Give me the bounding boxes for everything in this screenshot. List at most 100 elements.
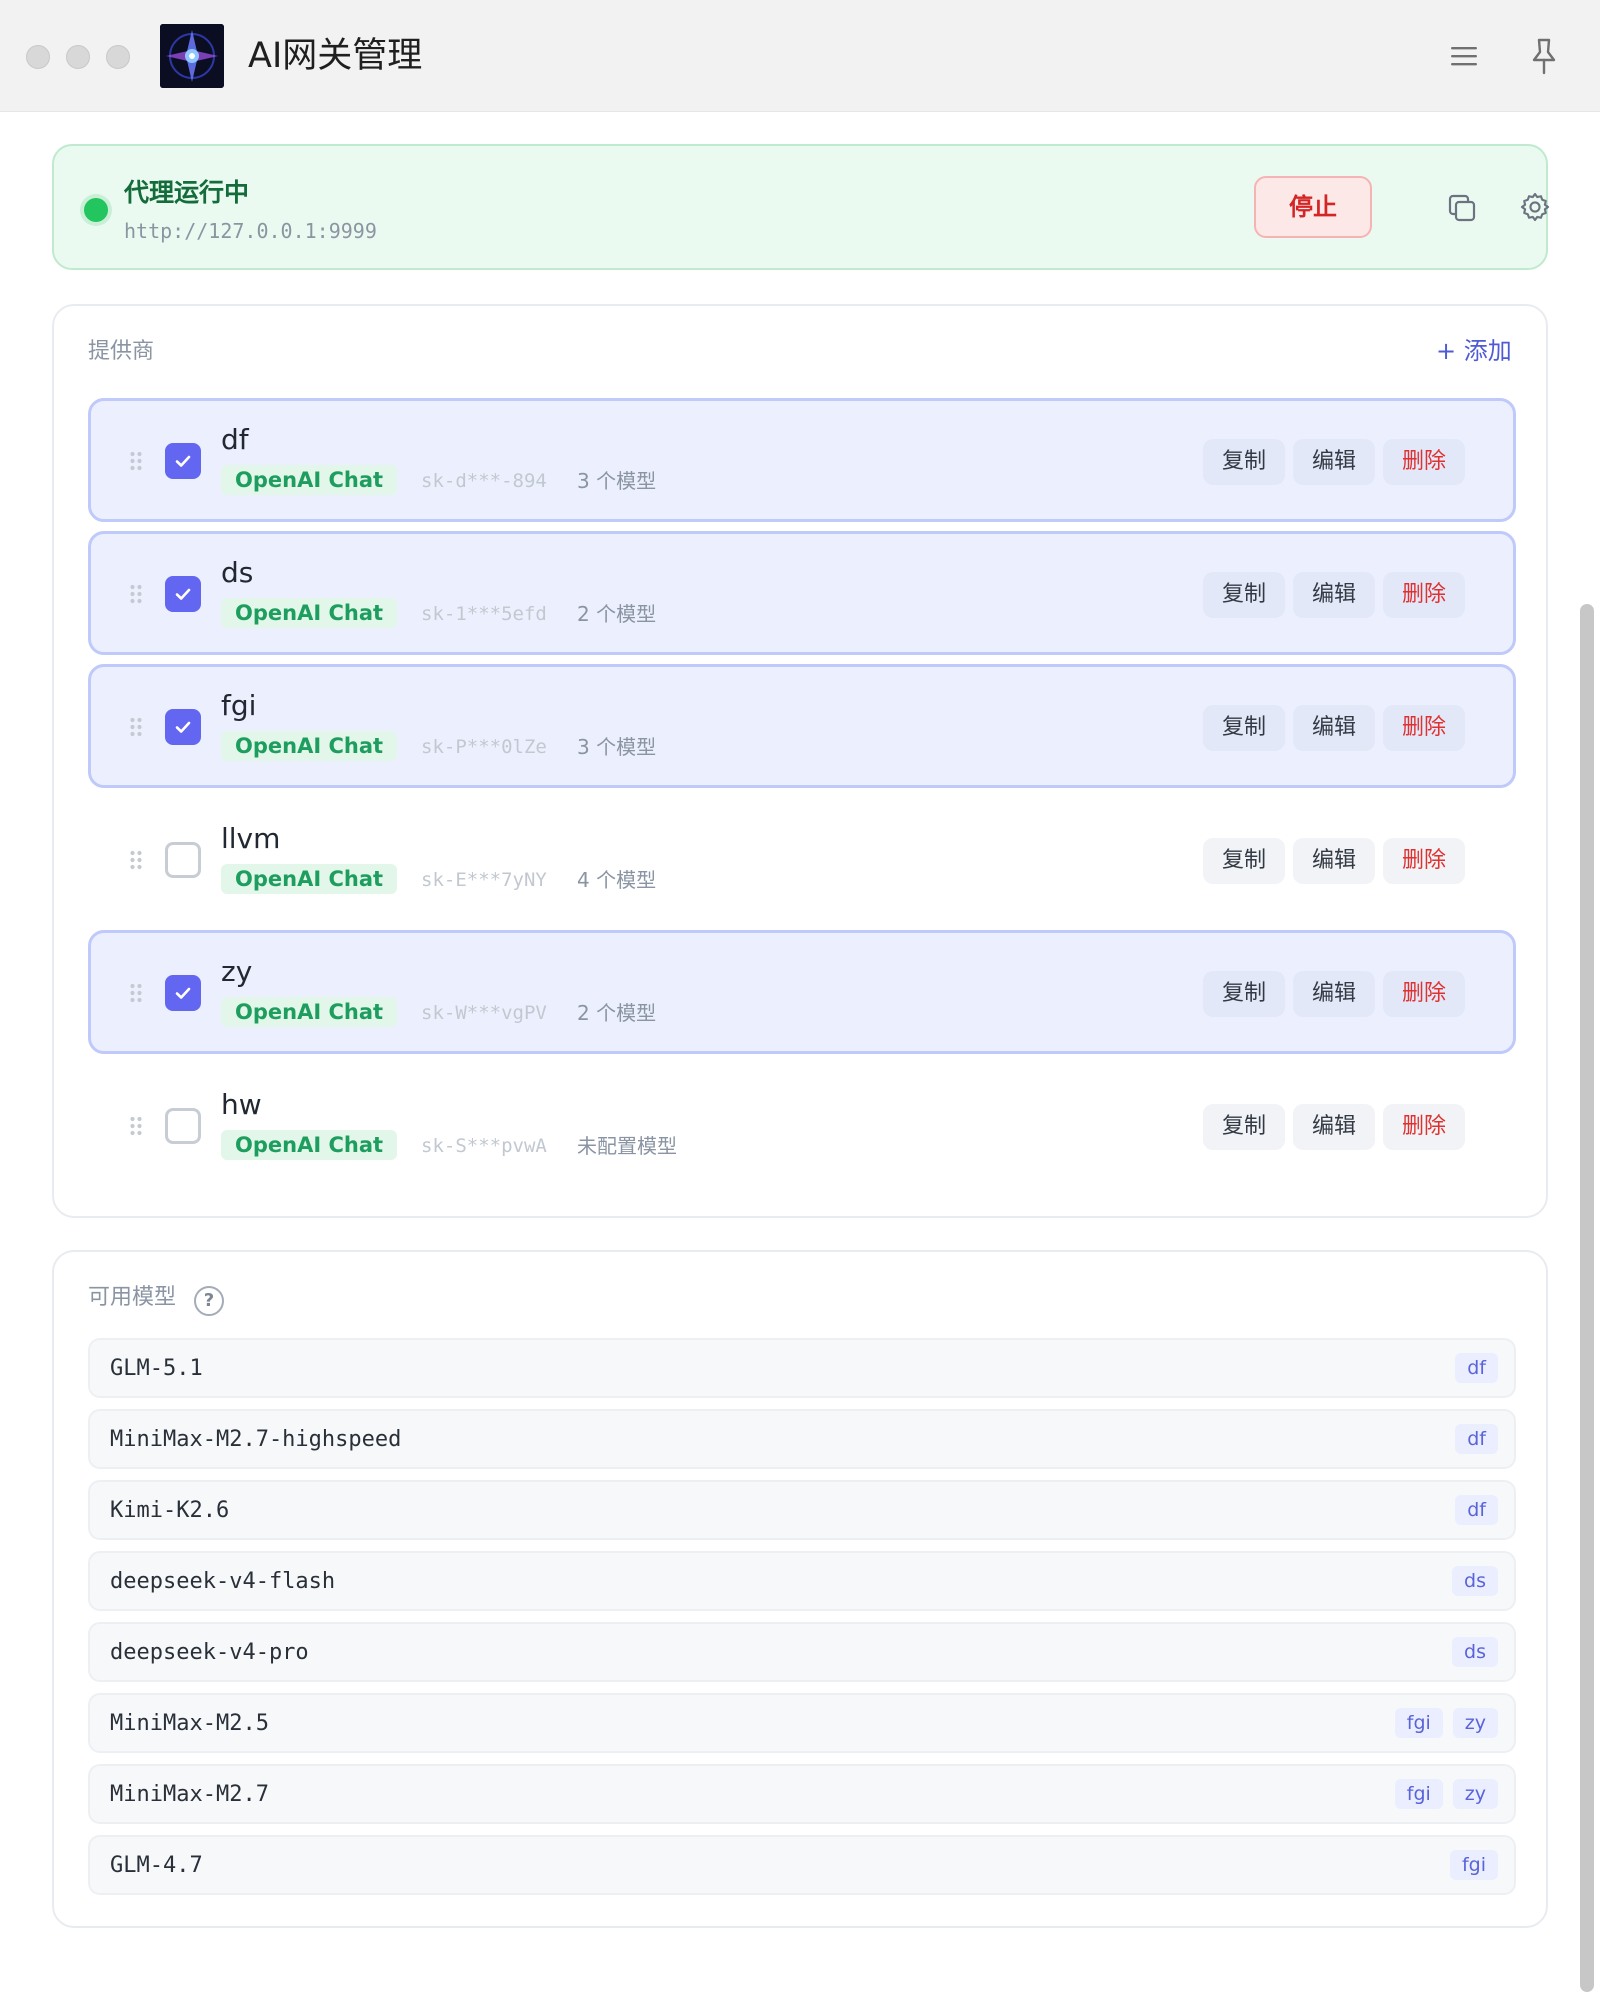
provider-name: hw: [221, 1088, 262, 1121]
copy-provider-button[interactable]: 复制: [1203, 971, 1285, 1017]
provider-row[interactable]: df OpenAI Chat sk-d***-894 3 个模型 复制 编辑 删除: [88, 398, 1516, 522]
copy-provider-button[interactable]: 复制: [1203, 572, 1285, 618]
provider-type-badge: OpenAI Chat: [221, 864, 398, 894]
model-provider-tag: fgi: [1394, 1779, 1443, 1809]
provider-row[interactable]: hw OpenAI Chat sk-S***pvwA 未配置模型 复制 编辑 删除: [88, 1063, 1516, 1187]
model-row[interactable]: MiniMax-M2.7 fgi zy: [88, 1764, 1516, 1824]
model-row[interactable]: MiniMax-M2.7-highspeed df: [88, 1409, 1516, 1469]
provider-row[interactable]: fgi OpenAI Chat sk-P***0lZe 3 个模型 复制 编辑 删除: [88, 664, 1516, 788]
model-provider-tags: fgi zy: [1394, 1708, 1498, 1738]
drag-handle-icon[interactable]: [129, 1116, 143, 1136]
minimize-window-button[interactable]: [66, 45, 90, 69]
model-name: GLM-4.7: [110, 1853, 203, 1878]
provider-type-badge: OpenAI Chat: [221, 598, 398, 628]
model-name: GLM-5.1: [110, 1356, 203, 1381]
delete-provider-button[interactable]: 删除: [1383, 838, 1465, 884]
app-title: AI网关管理: [248, 36, 423, 76]
model-row[interactable]: GLM-4.7 fgi: [88, 1835, 1516, 1895]
provider-model-count: 2 个模型: [577, 1001, 657, 1025]
model-provider-tag: ds: [1452, 1637, 1498, 1667]
edit-provider-button[interactable]: 编辑: [1293, 1104, 1375, 1150]
model-provider-tag: df: [1455, 1495, 1498, 1525]
provider-name: fgi: [221, 689, 257, 722]
provider-enable-checkbox[interactable]: [165, 709, 201, 745]
provider-row[interactable]: ds OpenAI Chat sk-1***5efd 2 个模型 复制 编辑 删除: [88, 531, 1516, 655]
model-name: MiniMax-M2.5: [110, 1711, 269, 1736]
provider-model-count: 3 个模型: [577, 735, 657, 759]
provider-model-count: 3 个模型: [577, 469, 657, 493]
copy-provider-button[interactable]: 复制: [1203, 439, 1285, 485]
delete-provider-button[interactable]: 删除: [1383, 439, 1465, 485]
model-provider-tag: df: [1455, 1424, 1498, 1454]
model-provider-tag: fgi: [1449, 1850, 1498, 1880]
providers-section-label: 提供商: [88, 339, 155, 364]
copy-provider-button[interactable]: 复制: [1203, 1104, 1285, 1150]
model-provider-tags: fgi zy: [1394, 1779, 1498, 1809]
provider-enable-checkbox[interactable]: [165, 975, 201, 1011]
provider-row[interactable]: llvm OpenAI Chat sk-E***7yNY 4 个模型 复制 编辑 删除: [88, 797, 1516, 921]
model-provider-tags: df: [1455, 1495, 1498, 1525]
provider-row[interactable]: zy OpenAI Chat sk-W***vgPV 2 个模型 复制 编辑 删除: [88, 930, 1516, 1054]
provider-name: zy: [221, 955, 253, 988]
help-icon[interactable]: ?: [194, 1286, 224, 1316]
model-provider-tag: ds: [1452, 1566, 1498, 1596]
model-row[interactable]: deepseek-v4-pro ds: [88, 1622, 1516, 1682]
copy-provider-button[interactable]: 复制: [1203, 838, 1285, 884]
add-provider-button[interactable]: + 添加: [1436, 334, 1512, 368]
close-window-button[interactable]: [26, 45, 50, 69]
provider-name: df: [221, 423, 249, 456]
edit-provider-button[interactable]: 编辑: [1293, 838, 1375, 884]
delete-provider-button[interactable]: 删除: [1383, 572, 1465, 618]
edit-provider-button[interactable]: 编辑: [1293, 439, 1375, 485]
delete-provider-button[interactable]: 删除: [1383, 1104, 1465, 1150]
provider-enable-checkbox[interactable]: [165, 443, 201, 479]
provider-api-key: sk-S***pvwA: [421, 1135, 547, 1157]
stop-button[interactable]: 停止: [1254, 176, 1372, 238]
model-row[interactable]: deepseek-v4-flash ds: [88, 1551, 1516, 1611]
drag-handle-icon[interactable]: [129, 717, 143, 737]
provider-model-count: 2 个模型: [577, 602, 657, 626]
providers-card: 提供商 + 添加 df OpenAI Chat sk-d***-894 3 个模型 复制…: [52, 304, 1548, 1218]
provider-type-badge: OpenAI Chat: [221, 1130, 398, 1160]
provider-enable-checkbox[interactable]: [165, 576, 201, 612]
model-row[interactable]: Kimi-K2.6 df: [88, 1480, 1516, 1540]
provider-api-key: sk-d***-894: [421, 470, 547, 492]
provider-model-count: 未配置模型: [577, 1134, 677, 1158]
provider-name: llvm: [221, 822, 281, 855]
pin-icon[interactable]: [1528, 36, 1560, 76]
model-provider-tag: zy: [1452, 1779, 1498, 1809]
proxy-status-card: 代理运行中 http://127.0.0.1:9999 停止: [52, 144, 1550, 270]
provider-model-count: 4 个模型: [577, 868, 657, 892]
model-provider-tags: df: [1455, 1353, 1498, 1383]
model-row[interactable]: MiniMax-M2.5 fgi zy: [88, 1693, 1516, 1753]
provider-enable-checkbox[interactable]: [165, 842, 201, 878]
provider-api-key: sk-E***7yNY: [421, 869, 547, 891]
provider-name: ds: [221, 556, 254, 589]
drag-handle-icon[interactable]: [129, 850, 143, 870]
model-provider-tag: zy: [1452, 1708, 1498, 1738]
edit-provider-button[interactable]: 编辑: [1293, 572, 1375, 618]
model-name: MiniMax-M2.7: [110, 1782, 269, 1807]
zoom-window-button[interactable]: [106, 45, 130, 69]
copy-provider-button[interactable]: 复制: [1203, 705, 1285, 751]
models-section-label: 可用模型: [88, 1285, 177, 1310]
delete-provider-button[interactable]: 删除: [1383, 705, 1465, 751]
model-name: Kimi-K2.6: [110, 1498, 230, 1523]
status-indicator: [84, 198, 108, 222]
model-row[interactable]: GLM-5.1 df: [88, 1338, 1516, 1398]
gear-icon[interactable]: [1518, 190, 1552, 224]
model-name: deepseek-v4-flash: [110, 1569, 336, 1594]
edit-provider-button[interactable]: 编辑: [1293, 971, 1375, 1017]
proxy-url: http://127.0.0.1:9999: [124, 219, 377, 243]
drag-handle-icon[interactable]: [129, 983, 143, 1003]
drag-handle-icon[interactable]: [129, 584, 143, 604]
hamburger-menu-icon[interactable]: [1448, 40, 1480, 72]
delete-provider-button[interactable]: 删除: [1383, 971, 1465, 1017]
drag-handle-icon[interactable]: [129, 451, 143, 471]
scrollbar-thumb[interactable]: [1580, 604, 1594, 1992]
model-name: MiniMax-M2.7-highspeed: [110, 1427, 402, 1452]
provider-api-key: sk-W***vgPV: [421, 1002, 547, 1024]
provider-enable-checkbox[interactable]: [165, 1108, 201, 1144]
edit-provider-button[interactable]: 编辑: [1293, 705, 1375, 751]
copy-icon[interactable]: [1446, 192, 1478, 224]
